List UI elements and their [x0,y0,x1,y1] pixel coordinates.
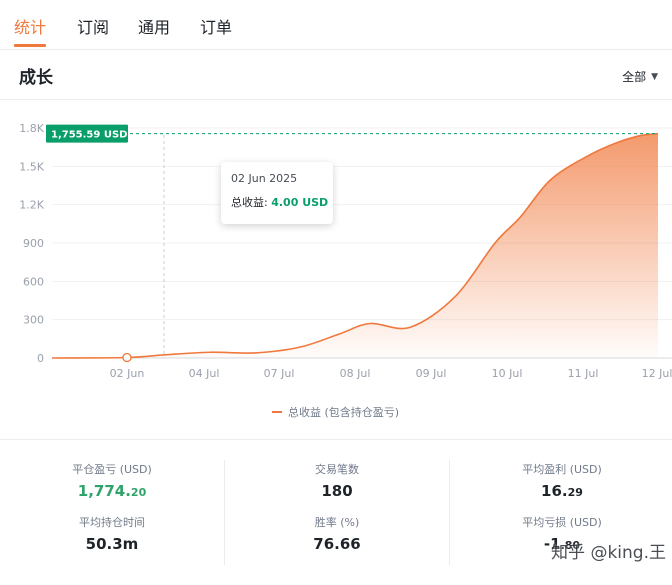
stat-avg-profit: 平均盈利 (USD) 16.29 [450,461,672,500]
stat-label: 平均持仓时间 [79,516,145,529]
stat-value: 16.29 [450,482,672,500]
active-tab-indicator [14,44,46,47]
tooltip-date: 02 Jun 2025 [231,172,298,185]
x-tick-label: 04 Jul [189,367,220,380]
growth-chart[interactable]: 0 300 600 900 1.2K 1.5K 1.8K 02 Jun 04 Jul 07 Ju… [0,100,672,420]
max-value-badge: 1,755.59 USD [46,124,128,143]
legend-swatch [272,411,282,413]
divider [0,439,672,440]
chart-tooltip: 02 Jun 2025 总收益: 4.00 USD [221,162,333,224]
stat-value-int: 16. [541,482,568,500]
stat-value-dec: 20 [130,486,147,499]
x-tick-label: 09 Jul [416,367,447,380]
x-tick-label: 11 Jul [568,367,599,380]
top-tab-bar: 统计 订阅 通用 订单 [0,0,672,50]
stat-label: 交易笔数 [315,463,359,476]
stat-avg-hold-time: 平均持仓时间 50.3m [0,514,224,553]
stats-column: 交易笔数 180 胜率 (%) 76.66 [225,450,449,570]
x-axis-ticks: 02 Jun 04 Jul 07 Jul 08 Jul 09 Jul 10 Jul 11 J… [110,367,672,380]
chart-legend[interactable]: 总收益 (包含持仓盈亏) [272,404,399,420]
stat-value: 1,774.20 [0,482,224,500]
hover-point [122,352,132,363]
range-filter-label: 全部 [622,70,647,84]
x-tick-label: 12 Jul [642,367,672,380]
legend-label: 总收益 (包含持仓盈亏) [288,406,400,419]
y-tick-label: 900 [23,237,44,250]
stat-value-dec: 29 [567,486,583,499]
x-tick-label: 02 Jun [110,367,145,380]
stat-win-rate: 胜率 (%) 76.66 [225,514,449,553]
max-value-label: 1,755.59 USD [51,130,127,141]
section-title: 成长 [19,68,53,88]
x-tick-label: 10 Jul [492,367,523,380]
tooltip-value: 4.00 USD [271,196,329,209]
y-tick-label: 300 [23,314,44,327]
tab-orders[interactable]: 订单 [200,14,232,38]
tooltip-row: 总收益: 4.00 USD [231,194,328,210]
stats-column: 平仓盈亏 (USD) 1,774.20 平均持仓时间 50.3m [0,450,224,570]
x-tick-label: 07 Jul [264,367,295,380]
stat-value: 76.66 [313,535,361,553]
stat-value-int: 1,774. [77,482,131,500]
stat-label: 平均盈利 (USD) [522,463,602,476]
caret-down-icon: ▼ [651,71,658,82]
range-filter-dropdown[interactable]: 全部 ▼ [622,68,658,85]
stat-realized-pnl: 平仓盈亏 (USD) 1,774.20 [0,461,224,500]
stat-label: 平均亏损 (USD) [522,516,602,529]
x-tick-label: 08 Jul [340,367,371,380]
y-tick-label: 600 [23,275,44,288]
stat-value: 180 [321,482,353,500]
tab-general[interactable]: 通用 [138,14,170,38]
stat-value: 50.3m [85,535,139,553]
y-tick-label: 1.2K [19,199,44,212]
tab-subscribe[interactable]: 订阅 [77,14,109,38]
y-tick-label: 1.8K [19,122,44,135]
y-axis-ticks: 0 300 600 900 1.2K 1.5K 1.8K [19,122,44,365]
stat-label: 平仓盈亏 (USD) [72,463,152,476]
watermark: 知乎 @king.王 [551,543,666,563]
stat-trade-count: 交易笔数 180 [225,461,449,500]
stat-label: 胜率 (%) [314,516,360,529]
y-tick-label: 0 [37,352,44,365]
tooltip-label: 总收益: [231,196,268,209]
y-tick-label: 1.5K [19,160,44,173]
tab-statistics[interactable]: 统计 [14,14,46,38]
